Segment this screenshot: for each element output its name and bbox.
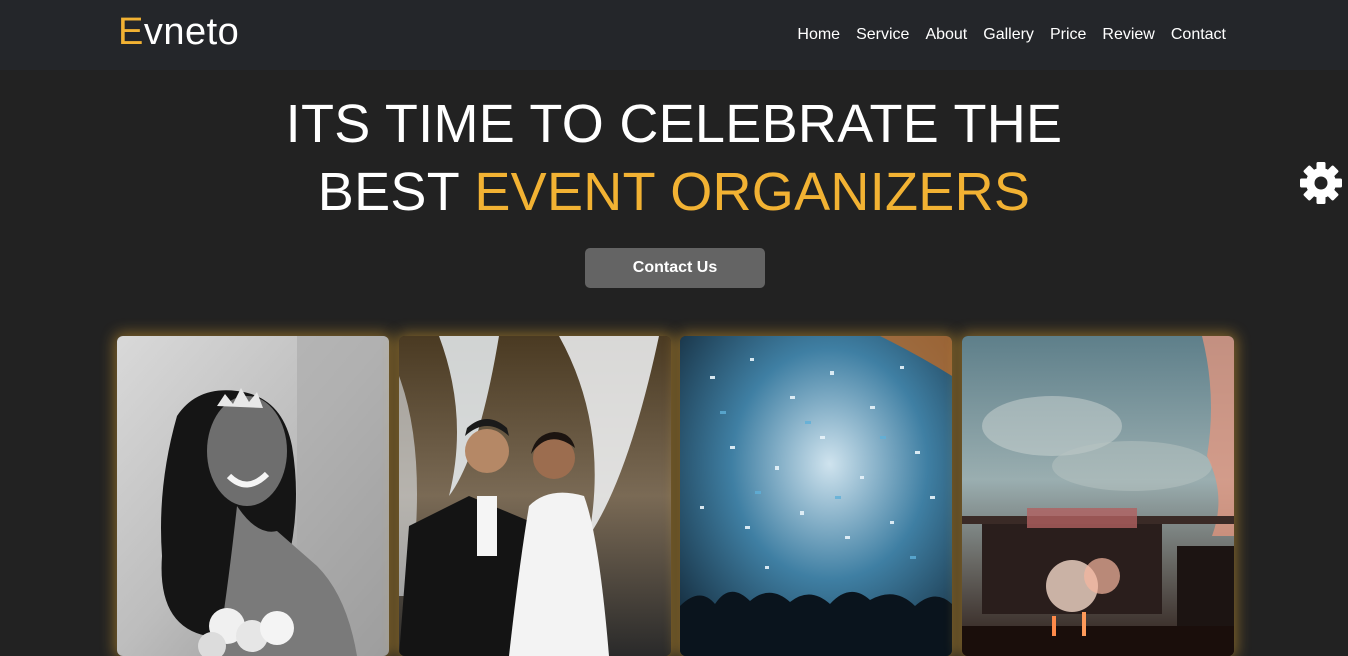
gallery-image-wedding-couple[interactable] <box>399 336 671 656</box>
gallery-image-bride[interactable] <box>117 336 389 656</box>
nav-gallery[interactable]: Gallery <box>983 26 1034 44</box>
hero-line-2: BEST <box>317 162 475 222</box>
brand-logo[interactable]: Evneto <box>118 11 239 54</box>
gallery-image-concert-stage[interactable] <box>962 336 1234 656</box>
logo-accent-letter: E <box>118 11 144 53</box>
main-nav: Home Service About Gallery Price Review … <box>781 26 1226 44</box>
hero-highlight: EVENT ORGANIZERS <box>474 162 1031 222</box>
hero-title: ITS TIME TO CELEBRATE THE BEST EVENT ORG… <box>0 90 1348 226</box>
nav-review[interactable]: Review <box>1102 26 1154 44</box>
nav-home[interactable]: Home <box>797 26 840 44</box>
gear-icon[interactable] <box>1298 160 1344 206</box>
gallery-image-confetti-party[interactable] <box>680 336 952 656</box>
logo-text: vneto <box>143 11 240 53</box>
contact-us-button[interactable]: Contact Us <box>585 248 765 288</box>
hero-line-1: ITS TIME TO CELEBRATE THE <box>285 94 1063 154</box>
navbar: Evneto Home Service About Gallery Price … <box>0 0 1348 70</box>
nav-contact[interactable]: Contact <box>1171 26 1226 44</box>
nav-service[interactable]: Service <box>856 26 909 44</box>
nav-about[interactable]: About <box>925 26 967 44</box>
nav-price[interactable]: Price <box>1050 26 1086 44</box>
